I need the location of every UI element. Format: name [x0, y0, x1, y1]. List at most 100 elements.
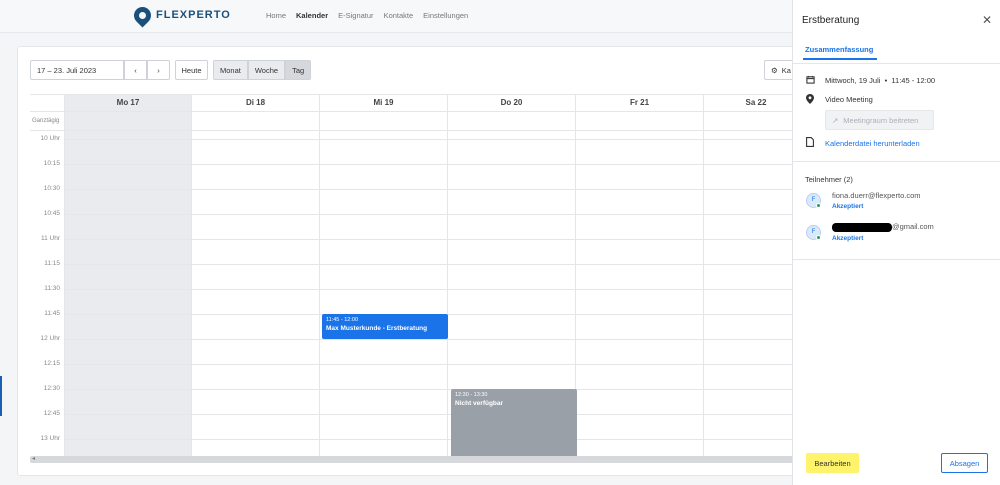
scroll-left-icon[interactable]: ◂	[32, 456, 35, 463]
column-divider	[703, 95, 704, 456]
view-week-button[interactable]: Woche	[247, 60, 286, 80]
day-header-mi[interactable]: Mi 19	[319, 95, 447, 111]
time-label: 13 Uhr	[40, 435, 60, 442]
all-day-row[interactable]: Ganztägig	[30, 111, 806, 131]
avatar: F	[806, 225, 821, 240]
event-detail-panel: Erstberatung ✕ Zusammenfassung Mittwoch,…	[792, 0, 1000, 485]
hour-line	[64, 214, 806, 215]
event-location: Video Meeting	[825, 95, 873, 104]
participants-header: Teilnehmer (2)	[805, 175, 853, 184]
logo-pin-icon	[130, 2, 155, 28]
time-label: 11 Uhr	[40, 235, 60, 242]
join-meeting-button[interactable]: ↗ Meetingraum beitreten	[825, 110, 934, 130]
logo-text: FLEXPERTO	[156, 9, 231, 21]
top-navigation-bar: FLEXPERTO Home Kalender E-Signatur Konta…	[0, 0, 792, 33]
time-label: 12 Uhr	[40, 335, 60, 342]
hour-line	[64, 414, 806, 415]
participant-status: Akzeptiert	[832, 235, 864, 242]
cancel-appointment-button[interactable]: Absagen	[941, 453, 988, 473]
divider	[793, 259, 1000, 260]
day-header-do[interactable]: Do 20	[447, 95, 575, 111]
nav-kalender[interactable]: Kalender	[296, 11, 328, 20]
app-logo[interactable]: FLEXPERTO	[130, 2, 231, 28]
time-label: 12:30	[43, 385, 60, 392]
nav-home[interactable]: Home	[266, 11, 286, 20]
hour-line	[64, 364, 806, 365]
next-week-button[interactable]: ›	[147, 60, 170, 80]
event-nicht-verfuegbar[interactable]: 12:30 - 13:30 Nicht verfügbar	[451, 389, 577, 456]
side-edge-marker	[0, 376, 2, 416]
participant-email: @gmail.com	[832, 222, 934, 232]
time-label: 11:15	[44, 260, 60, 267]
date-range-picker[interactable]: 17 – 23. Juli 2023	[30, 60, 124, 80]
hour-line	[64, 239, 806, 240]
event-time: 11:45 - 12:00	[326, 317, 359, 323]
time-label: 10:30	[43, 185, 60, 192]
gear-icon: ⚙	[771, 65, 778, 75]
time-label: 10:45	[43, 210, 60, 217]
chevron-left-icon: ‹	[134, 65, 137, 75]
edit-button[interactable]: Bearbeiten	[806, 453, 859, 473]
today-column-highlight	[64, 95, 191, 456]
participant-email: fiona.duerr@flexperto.com	[832, 191, 921, 200]
active-tab-indicator	[803, 58, 877, 60]
hour-line	[64, 439, 806, 440]
divider	[793, 161, 1000, 162]
calendar-icon	[806, 75, 815, 86]
event-date-time: Mittwoch, 19 Juli • 11:45 - 12:00	[825, 76, 935, 85]
nav-einstellungen[interactable]: Einstellungen	[423, 11, 468, 20]
hour-line	[64, 189, 806, 190]
time-label: 11:30	[44, 285, 60, 292]
join-meeting-label: Meetingraum beitreten	[843, 115, 919, 125]
previous-week-button[interactable]: ‹	[124, 60, 147, 80]
hour-line	[64, 389, 806, 390]
file-icon	[806, 137, 814, 149]
column-divider	[191, 95, 192, 456]
view-switcher: Monat Woche Tag	[213, 60, 312, 80]
calendar-card: 17 – 23. Juli 2023 ‹ › Heute Monat Woche…	[17, 46, 807, 476]
event-time-range: 11:45 - 12:00	[891, 76, 936, 85]
panel-title: Erstberatung	[802, 15, 860, 26]
time-label: 10:15	[43, 160, 60, 167]
time-label: 12:15	[43, 360, 60, 367]
close-icon[interactable]: ✕	[982, 13, 992, 27]
participant-email-suffix: @gmail.com	[892, 222, 934, 231]
hour-line	[64, 264, 806, 265]
time-label: 11:45	[44, 310, 60, 317]
event-erstberatung[interactable]: 11:45 - 12:00 Max Musterkunde - Erstbera…	[322, 314, 448, 339]
day-header-di[interactable]: Di 18	[191, 95, 319, 111]
horizontal-scrollbar[interactable]: ◂	[30, 456, 804, 463]
main-nav: Home Kalender E-Signatur Kontakte Einste…	[266, 11, 468, 20]
week-grid: Mo 17 Di 18 Mi 19 Do 20 Fr 21 Sa 22 Ganz…	[30, 94, 806, 456]
event-title: Max Musterkunde - Erstberatung	[326, 325, 428, 332]
time-label: 12:45	[43, 410, 60, 417]
tab-zusammenfassung[interactable]: Zusammenfassung	[805, 45, 873, 54]
view-day-button[interactable]: Tag	[285, 60, 312, 80]
event-time: 12:30 - 13:30	[455, 392, 488, 398]
participant-status: Akzeptiert	[832, 203, 864, 210]
download-calendar-file-link[interactable]: Kalenderdatei herunterladen	[825, 139, 920, 148]
day-header-mo[interactable]: Mo 17	[64, 95, 191, 111]
divider	[793, 63, 1000, 64]
external-link-icon: ↗	[832, 115, 839, 125]
separator-dot: •	[882, 76, 890, 85]
avatar-initial: F	[811, 229, 816, 235]
nav-kontakte[interactable]: Kontakte	[384, 11, 414, 20]
hour-line	[64, 339, 806, 340]
hour-line	[64, 164, 806, 165]
calendar-settings-label: Ka	[781, 65, 791, 75]
event-title: Nicht verfügbar	[455, 400, 504, 407]
view-month-button[interactable]: Monat	[213, 60, 248, 80]
nav-e-signatur[interactable]: E-Signatur	[338, 11, 373, 20]
today-button[interactable]: Heute	[175, 60, 208, 80]
online-status-dot	[816, 203, 821, 208]
hour-line	[64, 139, 806, 140]
column-divider	[447, 95, 448, 456]
all-day-label: Ganztägig	[32, 118, 60, 124]
avatar: F	[806, 193, 821, 208]
day-header-fr[interactable]: Fr 21	[575, 95, 703, 111]
avatar-initial: F	[811, 197, 816, 203]
event-date: Mittwoch, 19 Juli	[825, 76, 881, 85]
online-status-dot	[816, 235, 821, 240]
redacted-block	[832, 222, 892, 232]
